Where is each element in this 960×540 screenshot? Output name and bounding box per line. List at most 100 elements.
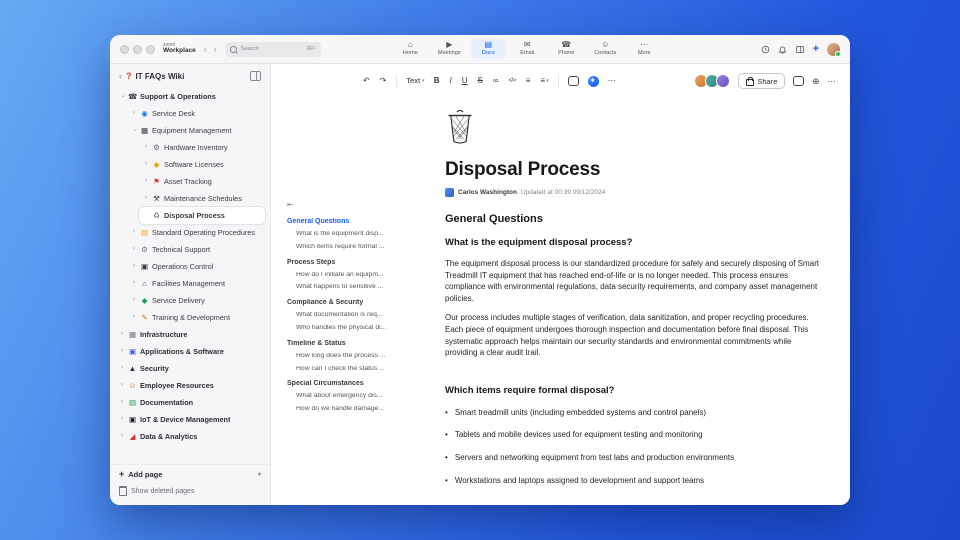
sidebar-item[interactable]: ⚙ Hardware Inventory xyxy=(139,139,265,156)
chevron-icon[interactable] xyxy=(131,110,137,117)
toc-item[interactable]: General Questions xyxy=(287,218,445,225)
chevron-icon[interactable] xyxy=(131,297,137,304)
toolbar-button[interactable] xyxy=(567,76,579,86)
toolbar-button[interactable]: ↷ xyxy=(380,77,388,85)
toolbar-button[interactable]: ✶ xyxy=(587,75,599,87)
sidebar-item[interactable]: ▤ Documentation xyxy=(115,394,265,411)
sidebar-item[interactable]: ◉ Service Desk xyxy=(127,105,265,122)
sidebar-item[interactable]: ⚑ Asset Tracking xyxy=(139,173,265,190)
comments-panel-icon[interactable] xyxy=(793,76,805,86)
globe-icon[interactable]: ⊕ xyxy=(812,77,819,86)
share-button[interactable]: Share xyxy=(738,73,786,89)
zoom-window-button[interactable] xyxy=(146,44,155,54)
chevron-icon[interactable] xyxy=(131,246,137,253)
add-page-button[interactable]: + Add page ▾ xyxy=(119,470,261,480)
chevron-icon[interactable] xyxy=(119,433,125,440)
chevron-icon[interactable] xyxy=(131,314,137,321)
sidebar-item[interactable]: ▲ Security xyxy=(115,360,265,377)
toc-item[interactable]: Special Circumstances xyxy=(287,380,445,387)
nav-tab[interactable]: ✉ Email xyxy=(510,39,545,59)
toc-item[interactable]: What happens to sensitive ... xyxy=(287,284,445,291)
forward-icon[interactable]: › xyxy=(214,44,217,54)
history-clock-icon[interactable] xyxy=(761,45,770,54)
nav-tab[interactable]: ☺ Contacts xyxy=(588,39,623,59)
toc-item[interactable]: How do we handle damage... xyxy=(287,406,445,413)
chevron-icon[interactable] xyxy=(143,178,149,185)
show-deleted-pages-button[interactable]: Show deleted pages xyxy=(119,486,261,496)
sidebar-back-icon[interactable]: ‹ xyxy=(119,71,122,81)
minimize-button[interactable] xyxy=(133,44,142,54)
notifications-bell-icon[interactable] xyxy=(778,45,787,54)
sidebar-item[interactable]: ▣ IoT & Device Management xyxy=(115,411,265,428)
sidebar-item[interactable]: ▦ Equipment Management xyxy=(127,122,265,139)
search-input[interactable]: Search ⌘F xyxy=(224,41,321,57)
toolbar-button[interactable]: I xyxy=(449,77,452,85)
chevron-icon[interactable] xyxy=(119,399,125,406)
toc-item[interactable]: What about emergency dis... xyxy=(287,393,445,400)
chevron-icon[interactable] xyxy=(143,161,149,168)
toolbar-button[interactable] xyxy=(396,75,398,87)
sidebar-item[interactable]: ▣ Applications & Software xyxy=(115,343,265,360)
toc-item[interactable]: What is the equipment disp... xyxy=(287,231,445,238)
toolbar-button[interactable]: B xyxy=(434,77,441,85)
toolbar-button[interactable]: ≡ ▾ xyxy=(540,77,548,85)
chevron-icon[interactable] xyxy=(143,144,149,151)
chevron-icon[interactable] xyxy=(143,212,149,219)
chevron-icon[interactable] xyxy=(119,382,125,389)
sidebar-item[interactable]: ◆ Service Delivery xyxy=(127,292,265,309)
toolbar-button[interactable]: ≡ xyxy=(526,77,532,85)
sidebar-item[interactable]: ♻ Disposal Process xyxy=(139,207,265,224)
sidebar-item[interactable]: ⚒ Maintenance Schedules xyxy=(139,190,265,207)
more-icon[interactable]: ⋯ xyxy=(828,77,837,86)
toolbar-button[interactable] xyxy=(557,75,559,87)
sidebar-item[interactable]: ▣ Operations Control xyxy=(127,258,265,275)
chevron-icon[interactable] xyxy=(131,229,137,236)
sidebar-item[interactable]: ▤ Standard Operating Procedures xyxy=(127,224,265,241)
toolbar-button[interactable]: U xyxy=(462,77,469,85)
back-icon[interactable]: ‹ xyxy=(204,44,207,54)
chevron-icon[interactable] xyxy=(119,93,125,100)
chevron-icon[interactable] xyxy=(119,365,125,372)
panel-toggle-icon[interactable] xyxy=(795,45,805,54)
sidebar-item[interactable]: ☎ Support & Operations xyxy=(115,88,265,105)
toc-item[interactable]: Who handles the physical di... xyxy=(287,325,445,332)
nav-tab[interactable]: ☎ Phone xyxy=(549,39,584,59)
sidebar-item[interactable]: ⌂ Facilities Management xyxy=(127,275,265,292)
add-button[interactable]: + xyxy=(813,43,819,55)
chevron-icon[interactable] xyxy=(119,348,125,355)
sidebar-item[interactable]: ▦ Infrastructure xyxy=(115,326,265,343)
toolbar-button[interactable]: ⋯ xyxy=(608,77,617,85)
toolbar-button[interactable]: ↶ xyxy=(363,77,371,85)
sidebar-item[interactable]: ✎ Training & Development xyxy=(127,309,265,326)
chevron-icon[interactable] xyxy=(119,331,125,338)
toc-item[interactable]: Process Steps xyxy=(287,259,445,266)
toc-item[interactable]: How can I check the status ... xyxy=(287,366,445,373)
sidebar-collapse-icon[interactable] xyxy=(250,71,261,81)
nav-tab[interactable]: ⋯ More xyxy=(627,39,662,59)
chevron-icon[interactable] xyxy=(131,263,137,270)
toc-item[interactable]: Timeline & Status xyxy=(287,340,445,347)
chevron-icon[interactable] xyxy=(131,127,137,134)
toc-item[interactable]: How long does the process ... xyxy=(287,353,445,360)
chevron-icon[interactable] xyxy=(143,195,149,202)
sidebar-item[interactable]: ⚙ Technical Support xyxy=(127,241,265,258)
toolbar-button[interactable]: S xyxy=(477,77,483,85)
toolbar-button[interactable]: </> xyxy=(509,78,517,84)
toc-item[interactable]: Which items require formal ... xyxy=(287,244,445,251)
nav-tab[interactable]: ⌂ Home xyxy=(393,39,428,59)
toc-item[interactable]: How do I initiate an equipm... xyxy=(287,272,445,279)
close-button[interactable] xyxy=(120,44,129,54)
user-avatar[interactable] xyxy=(827,42,841,57)
chevron-icon[interactable] xyxy=(119,416,125,423)
toolbar-button[interactable]: Text ▾ xyxy=(406,77,424,85)
nav-tab[interactable]: ▤ Docs xyxy=(470,39,506,59)
toc-item[interactable]: Compliance & Security xyxy=(287,299,445,306)
chevron-icon[interactable] xyxy=(131,280,137,287)
collaborator-avatar[interactable] xyxy=(716,74,731,88)
document-canvas[interactable]: Disposal Process Carlos Washington Updat… xyxy=(445,96,850,505)
toc-item[interactable]: What documentation is req... xyxy=(287,312,445,319)
sidebar-item[interactable]: ◆ Software Licenses xyxy=(139,156,265,173)
nav-tab[interactable]: ▶ Meetings xyxy=(432,39,467,59)
toolbar-button[interactable]: ∞ xyxy=(493,77,500,85)
toc-collapse-icon[interactable]: ⇤ xyxy=(287,200,445,209)
